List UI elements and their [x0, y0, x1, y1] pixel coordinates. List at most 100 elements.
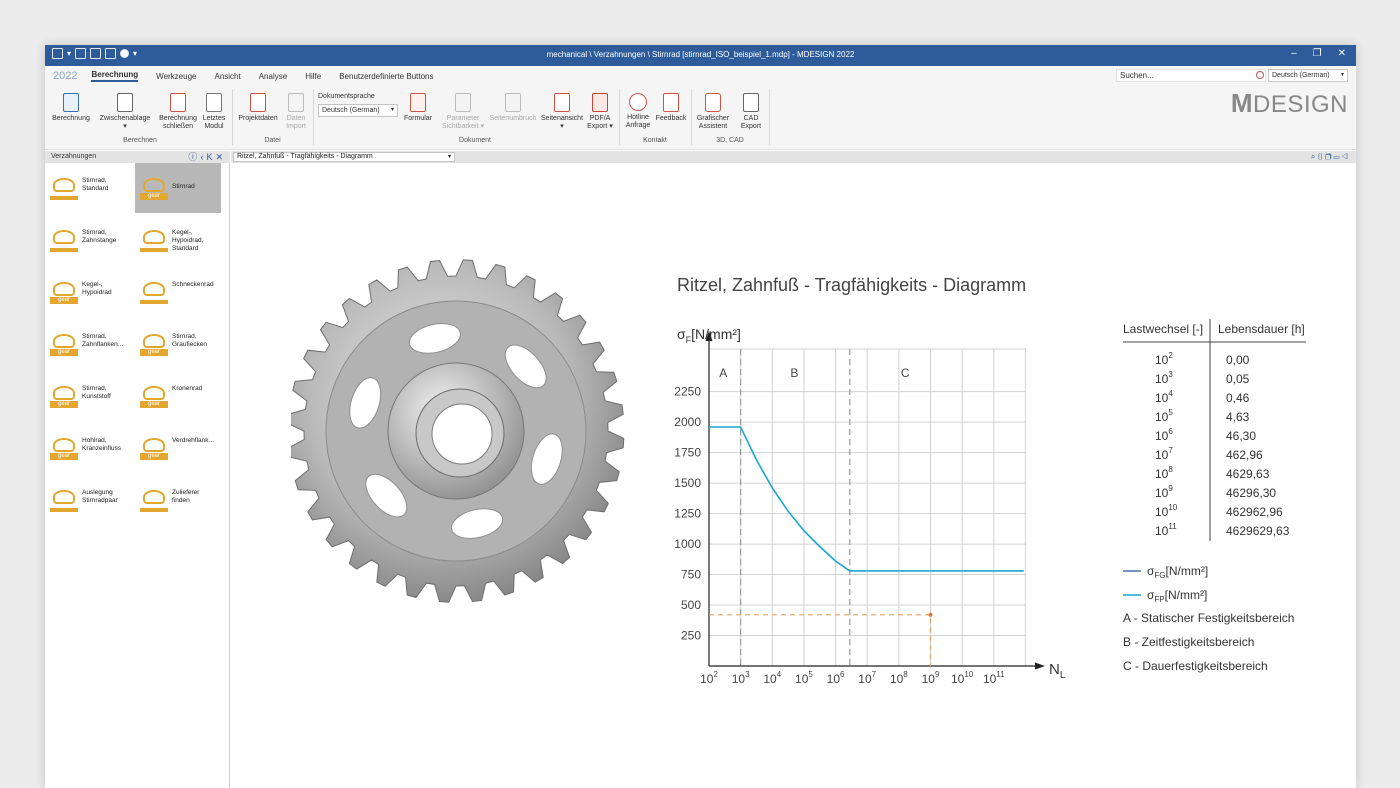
module-label: Kronenrad: [172, 385, 203, 392]
window-view-icon[interactable]: ▭: [1334, 152, 1342, 161]
module-item[interactable]: gear Kronenrad: [135, 371, 221, 421]
data-import-icon: [288, 93, 304, 112]
minimize-button[interactable]: –: [1291, 48, 1297, 59]
module-item[interactable]: gear Verdrehflank...: [135, 423, 221, 473]
module-label: Zulieferer finden: [172, 489, 200, 504]
seitenansicht-button[interactable]: Seitenansicht ▾: [539, 93, 585, 131]
hotline-anfrage-button[interactable]: Hotline Anfrage: [622, 93, 654, 130]
close-icon[interactable]: ✕: [215, 152, 226, 162]
tab-berechnung[interactable]: Berechnung: [91, 70, 139, 82]
projektdaten-button[interactable]: Projektdaten: [235, 93, 281, 123]
y-tick-label: 500: [681, 598, 701, 612]
gear-module-icon: [50, 176, 78, 200]
module-sidebar: Stirnrad, Standard gear Stirnrad Stirnrad, Za…: [45, 163, 230, 788]
version-year: 2022: [53, 70, 78, 82]
module-item[interactable]: gear Hohlrad, Kranzeinfluss: [45, 423, 131, 473]
legend-zone: A - Statischer Festigkeitsbereich: [1123, 611, 1294, 625]
close-calculation-icon: [170, 93, 186, 112]
table-cell-lebensdauer: 0,00: [1226, 353, 1250, 367]
berechnung-schliessen-button[interactable]: Berechnung schließen: [157, 93, 199, 131]
module-item[interactable]: gear Stirnrad, Kunststoff: [45, 371, 131, 421]
cad-export-button[interactable]: CAD Export: [735, 93, 767, 131]
module-item[interactable]: Zulieferer finden: [135, 475, 221, 525]
module-item[interactable]: gear Stirnrad: [135, 163, 221, 213]
table-cell-lastwechsel: 108: [1155, 465, 1173, 481]
zone-label: A: [719, 366, 727, 380]
3d-cube-icon: [705, 93, 721, 112]
copy-view-icon[interactable]: ❐: [1325, 152, 1333, 161]
module-label: Stirnrad, Graufiecken: [172, 333, 208, 348]
x-tick-label: 107: [858, 670, 876, 686]
dokumentsprache-value: Deutsch (German): [322, 107, 380, 114]
table-cell-lebensdauer: 4629629,63: [1226, 524, 1290, 538]
x-axis-label: NL: [1049, 661, 1066, 681]
x-tick-label: 102: [700, 670, 718, 686]
close-button[interactable]: ✕: [1338, 48, 1346, 59]
module-item[interactable]: Stirnrad, Standard: [45, 163, 131, 213]
legend-zone: C - Dauerfestigkeitsbereich: [1123, 659, 1268, 673]
tab-ansicht[interactable]: Ansicht: [214, 72, 240, 81]
tab-hilfe[interactable]: Hilfe: [305, 72, 321, 81]
search-icon[interactable]: [1256, 71, 1264, 79]
sidebar-controls: ⓘ‹K✕: [188, 151, 226, 163]
tab-analyse[interactable]: Analyse: [259, 72, 287, 81]
group-label-dokument: Dokument: [459, 137, 491, 144]
y-tick-label: 250: [681, 629, 701, 643]
document-select[interactable]: Ritzel, Zahnfuß - Tragfähigkeits - Diagr…: [233, 152, 455, 162]
module-item[interactable]: gear Kegel-, Hypoidrad: [45, 267, 131, 317]
pdf-export-button[interactable]: PDF/A Export ▾: [585, 93, 615, 131]
collapse-panel-icon[interactable]: ◁: [1342, 152, 1350, 161]
module-item[interactable]: Schneckenrad: [135, 267, 221, 317]
ribbon-divider: [313, 89, 314, 145]
parameter-sichtbarkeit-button[interactable]: Parameter Sichtbarkeit ▾: [439, 93, 487, 131]
module-item[interactable]: gear Stirnrad, Graufiecken: [135, 319, 221, 369]
formular-button[interactable]: Formular: [401, 93, 435, 123]
table-cell-lebensdauer: 0,46: [1226, 391, 1250, 405]
marker-guide-line: [709, 614, 932, 666]
document-controls: ⌕▯❐▭◁: [1311, 152, 1350, 162]
chevron-down-icon: ▾: [1340, 72, 1344, 78]
x-tick-label: 104: [763, 670, 781, 686]
grafischer-assistent-button[interactable]: Grafischer Assistent: [694, 93, 732, 131]
daten-import-button[interactable]: Daten Import: [282, 93, 310, 131]
module-label: Stirnrad, Zahnflanken...: [82, 333, 124, 348]
search-input[interactable]: Suchen...: [1116, 69, 1266, 82]
gear-module-icon: gear: [140, 332, 168, 356]
tab-benutzerdefinierte-buttons[interactable]: Benutzerdefinierte Buttons: [339, 72, 433, 81]
chevron-down-icon: ▾: [447, 154, 451, 160]
info-icon[interactable]: ⓘ: [188, 152, 200, 162]
zwischenablage-button[interactable]: Zwischenablage ▾: [97, 93, 153, 131]
tab-werkzeuge[interactable]: Werkzeuge: [156, 72, 196, 81]
y-tick-label: 1000: [674, 537, 701, 551]
table-cell-lebensdauer: 4,63: [1226, 410, 1250, 424]
gear-module-icon: [50, 488, 78, 512]
letztes-modul-button[interactable]: Letztes Modul: [200, 93, 228, 131]
module-item[interactable]: Stirnrad, Zahnstange: [45, 215, 131, 265]
module-item[interactable]: Kegel-, Hypoidrad, Standard: [135, 215, 221, 265]
pdf-icon: [592, 93, 608, 112]
y-tick-label: 1250: [674, 507, 701, 521]
table-cell-lastwechsel: 109: [1155, 484, 1173, 500]
legend-entry: σFG[N/mm²]: [1147, 564, 1208, 580]
chart-title: Ritzel, Zahnfuß - Tragfähigkeits - Diagr…: [677, 275, 1026, 295]
module-label: Stirnrad, Kunststoff: [82, 385, 111, 400]
feedback-button[interactable]: Feedback: [654, 93, 688, 123]
ribbon: Berechnung Zwischenablage ▾ Berechnung s…: [45, 85, 1356, 150]
module-item[interactable]: Auslegung Stirnradpaar: [45, 475, 131, 525]
restore-button[interactable]: ❐: [1313, 48, 1322, 59]
table-cell-lebensdauer: 462,96: [1226, 448, 1263, 462]
language-select[interactable]: Deutsch (German) ▾: [1268, 69, 1348, 82]
marker-point: [928, 612, 933, 617]
berechnung-button[interactable]: Berechnung: [49, 93, 93, 123]
table-header: Lastwechsel [-]: [1123, 322, 1203, 336]
seitenumbruch-button[interactable]: Seitenumbruch: [488, 93, 538, 123]
x-tick-label: 108: [890, 670, 908, 686]
dokumentsprache-select[interactable]: Deutsch (German) ▾: [318, 104, 398, 117]
ribbon-divider: [691, 89, 692, 145]
group-label-berechnen: Berechnen: [123, 137, 157, 144]
group-label-kontakt: Kontakt: [643, 137, 667, 144]
table-cell-lebensdauer: 4629,63: [1226, 467, 1270, 481]
project-data-icon: [250, 93, 266, 112]
module-item[interactable]: gear Stirnrad, Zahnflanken...: [45, 319, 131, 369]
x-tick-label: 106: [827, 670, 845, 686]
